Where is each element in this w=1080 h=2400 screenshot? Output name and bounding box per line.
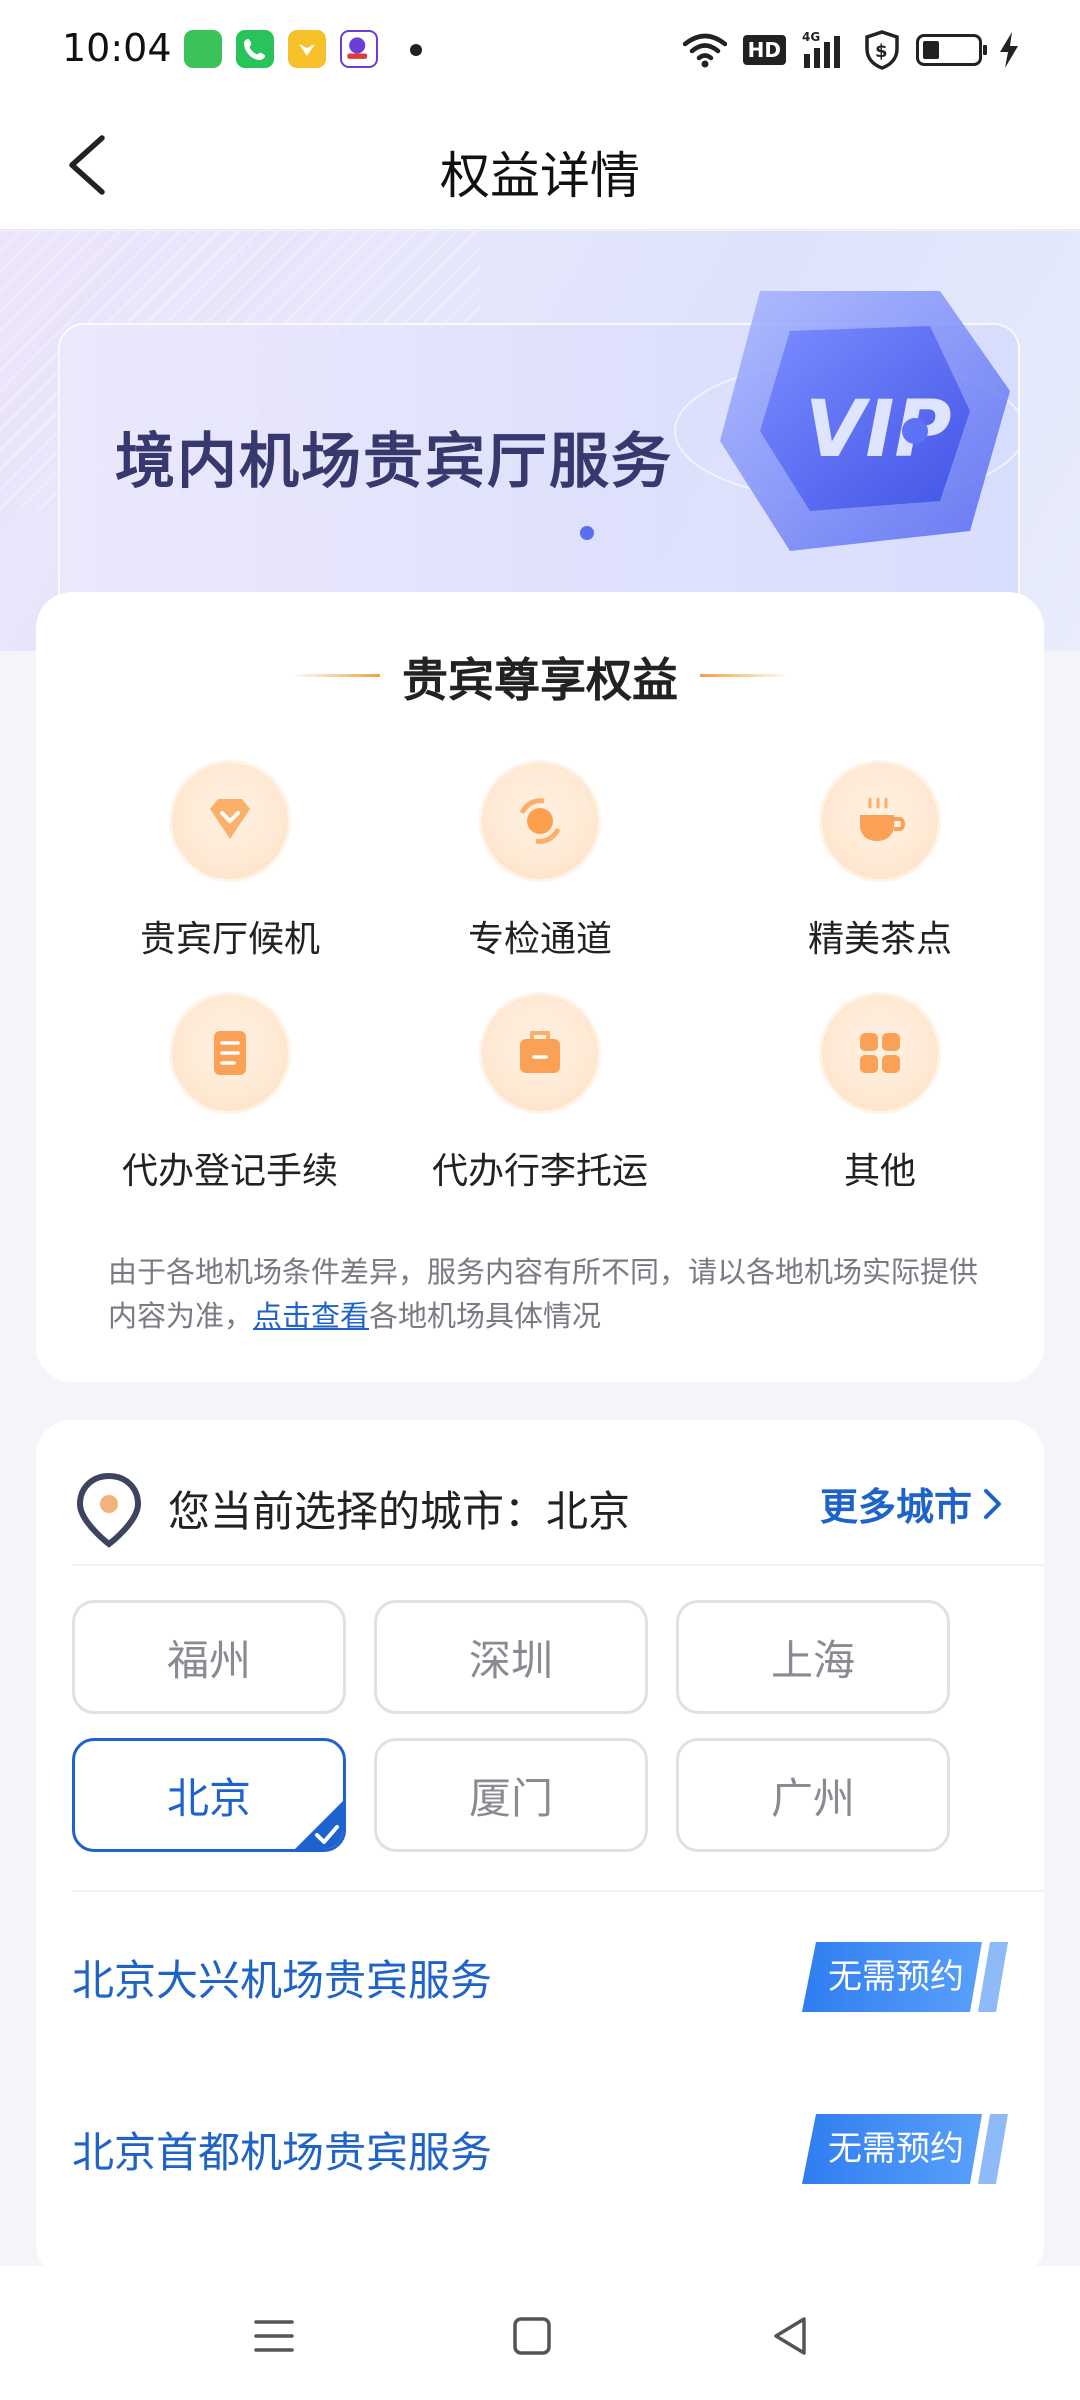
battery-icon bbox=[916, 34, 987, 66]
benefits-title: 贵宾尊享权益 bbox=[402, 653, 678, 707]
page-title: 权益详情 bbox=[440, 147, 640, 205]
city-card: 您当前选择的城市：北京 更多城市 福州 深圳 上海 北京 厦门 广州 北京大兴机… bbox=[36, 1420, 1044, 2280]
phone-icon bbox=[236, 30, 274, 68]
svg-text:VIP: VIP bbox=[805, 385, 952, 475]
benefit-item: 专检通道 bbox=[370, 760, 710, 962]
benefit-item: 代办登记手续 bbox=[60, 992, 400, 1194]
city-option-fuzhou[interactable]: 福州 bbox=[72, 1600, 346, 1714]
benefit-label: 精美茶点 bbox=[807, 919, 952, 960]
status-time: 10:04 bbox=[62, 26, 172, 70]
status-bar: 10:04 HD 4G $ bbox=[0, 0, 1080, 100]
notification-dot bbox=[410, 44, 422, 56]
benefit-item: 其他 bbox=[710, 992, 1050, 1194]
city-option-label: 北京 bbox=[166, 1773, 251, 1823]
svg-text:$: $ bbox=[875, 41, 888, 62]
hero-decor-dot bbox=[580, 526, 594, 540]
tag-label: 无需预约 bbox=[828, 2129, 964, 2169]
hd-badge: HD bbox=[742, 35, 786, 65]
app-green-icon bbox=[184, 30, 222, 68]
benefits-card: 贵宾尊享权益 贵宾厅候机 专检通道 精美茶点 代办登记手续 代办行李托运 其他 … bbox=[36, 592, 1044, 1382]
grid-icon bbox=[819, 992, 941, 1114]
benefit-item: 贵宾厅候机 bbox=[60, 760, 400, 962]
menu-icon[interactable] bbox=[244, 2306, 304, 2366]
nav-bar: 权益详情 bbox=[0, 100, 1080, 230]
tag-label: 无需预约 bbox=[828, 1957, 964, 1997]
hero-title: 境内机场贵宾厅服务 bbox=[115, 427, 673, 497]
benefits-notice: 由于各地机场条件差异，服务内容有所不同，请以各地机场实际提供内容为准，点击查看各… bbox=[108, 1250, 988, 1338]
benefit-label: 贵宾厅候机 bbox=[139, 919, 320, 960]
check-icon bbox=[295, 1801, 343, 1849]
charging-icon bbox=[1000, 32, 1018, 68]
status-icons: HD 4G $ bbox=[682, 28, 1020, 72]
divider bbox=[72, 1564, 1044, 1566]
chevron-right-icon bbox=[984, 1488, 1001, 1519]
diamond-icon bbox=[169, 760, 291, 882]
city-option-xiamen[interactable]: 厦门 bbox=[374, 1738, 648, 1852]
current-city-label: 您当前选择的城市：北京 bbox=[168, 1487, 631, 1536]
system-nav-bar bbox=[0, 2266, 1080, 2400]
signal-icon: 4G bbox=[802, 30, 840, 68]
benefit-item: 代办行李托运 bbox=[370, 992, 710, 1194]
home-icon[interactable] bbox=[502, 2306, 562, 2366]
service-name: 北京首都机场贵宾服务 bbox=[72, 2127, 493, 2177]
benefit-item: 精美茶点 bbox=[710, 760, 1050, 962]
more-cities-button[interactable]: 更多城市 bbox=[820, 1476, 1004, 1531]
back-icon[interactable] bbox=[760, 2306, 820, 2366]
benefit-label: 代办登记手续 bbox=[121, 1151, 338, 1192]
luggage-icon bbox=[479, 992, 601, 1114]
more-cities-label: 更多城市 bbox=[819, 1485, 972, 1529]
benefit-label: 专检通道 bbox=[467, 919, 612, 960]
view-details-link[interactable]: 点击查看 bbox=[253, 1299, 369, 1333]
city-option-beijing[interactable]: 北京 bbox=[72, 1738, 346, 1852]
notice-text-tail: 各地机场具体情况 bbox=[369, 1299, 602, 1333]
app-badge-icon bbox=[340, 30, 378, 68]
location-pin-icon bbox=[76, 1472, 142, 1548]
shield-icon: $ bbox=[865, 30, 899, 70]
divider bbox=[72, 1890, 1044, 1892]
service-row[interactable]: 北京首都机场贵宾服务 无需预约 bbox=[72, 2104, 1008, 2194]
title-decor-right bbox=[700, 674, 790, 677]
vip-badge-icon: VIP bbox=[674, 291, 1020, 551]
service-name: 北京大兴机场贵宾服务 bbox=[72, 1955, 493, 2005]
app-yellow-icon bbox=[288, 30, 326, 68]
no-booking-tag: 无需预约 bbox=[802, 2114, 1008, 2184]
benefit-label: 其他 bbox=[843, 1151, 916, 1192]
coffee-cup-icon bbox=[819, 760, 941, 882]
document-icon bbox=[169, 992, 291, 1114]
service-row[interactable]: 北京大兴机场贵宾服务 无需预约 bbox=[72, 1932, 1008, 2022]
city-option-guangzhou[interactable]: 广州 bbox=[676, 1738, 950, 1852]
svg-text:4G: 4G bbox=[802, 30, 820, 44]
city-option-shenzhen[interactable]: 深圳 bbox=[374, 1600, 648, 1714]
wifi-icon bbox=[682, 33, 727, 68]
hero-banner: VIP 境内机场贵宾厅服务 bbox=[0, 231, 1080, 651]
no-booking-tag: 无需预约 bbox=[802, 1942, 1008, 2012]
security-check-icon bbox=[479, 760, 601, 882]
city-option-shanghai[interactable]: 上海 bbox=[676, 1600, 950, 1714]
benefit-label: 代办行李托运 bbox=[431, 1151, 648, 1192]
